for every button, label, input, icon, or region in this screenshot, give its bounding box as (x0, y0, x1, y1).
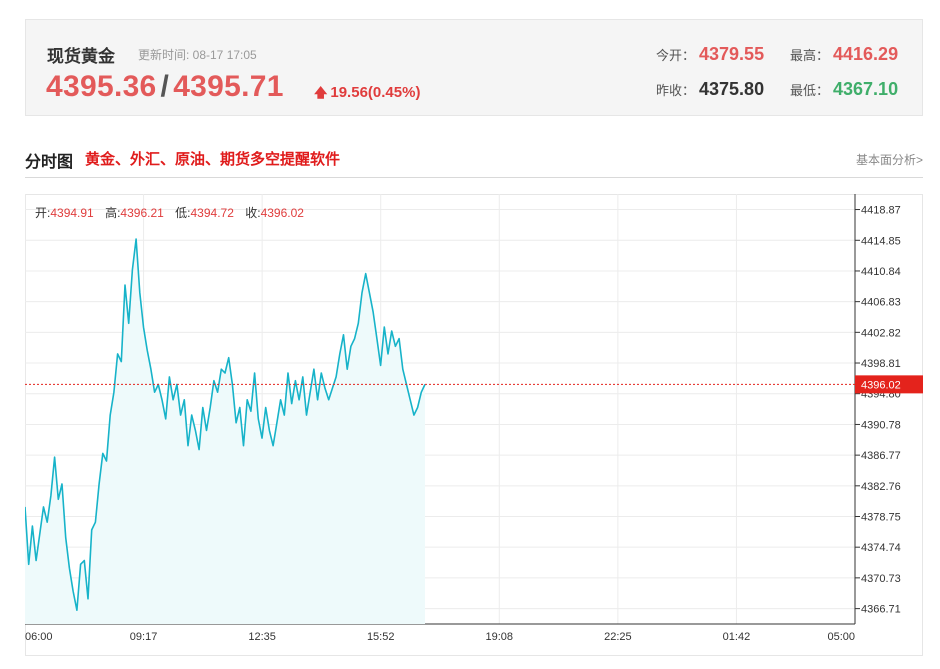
update-time: 更新时间: 08-17 17:05 (138, 48, 257, 62)
instrument-title: 现货黄金 (47, 47, 115, 66)
y-tick-label: 4386.77 (861, 450, 901, 462)
change-value: 19.56(0.45%) (330, 84, 421, 101)
ohlc-open-value: 4394.91 (50, 206, 94, 220)
x-tick-label: 12:35 (248, 631, 276, 643)
section-title: 分时图 (25, 154, 74, 171)
x-tick-label: 05:00 (827, 631, 855, 643)
ohlc-close-value: 4396.02 (260, 206, 304, 220)
chart-section-header: 分时图 黄金、外汇、原油、期货多空提醒软件 基本面分析> (25, 138, 923, 178)
ohlc-readout: 开:4394.91 高:4396.21 低:4394.72 收:4396.02 (35, 204, 304, 221)
ask-price: 4395.71 (173, 70, 284, 103)
bid-price: 4395.36 (46, 70, 157, 103)
y-tick-label: 4398.81 (861, 358, 901, 370)
prev-close-stat: 昨收： 4375.80 (656, 79, 764, 100)
quote-card: 现货黄金 更新时间: 08-17 17:05 4395.36/4395.71 🡅… (25, 19, 923, 116)
y-tick-label: 4390.78 (861, 419, 901, 431)
ohlc-open-label: 开: (35, 206, 51, 220)
x-tick-label: 19:08 (486, 631, 514, 643)
y-tick-label: 4418.87 (861, 205, 901, 217)
current-price-label: 4396.02 (861, 379, 901, 391)
ohlc-high-label: 高: (105, 206, 121, 220)
low-label: 最低： (790, 83, 830, 98)
price-change: 🡅 19.56(0.45%) (314, 84, 420, 106)
x-tick-label: 15:52 (367, 631, 395, 643)
y-tick-label: 4366.71 (861, 604, 901, 616)
low-value: 4367.10 (833, 79, 899, 99)
x-tick-label: 22:25 (604, 631, 632, 643)
ohlc-low-value: 4394.72 (190, 206, 234, 220)
prev-close-value: 4375.80 (699, 79, 765, 99)
fundamental-analysis-link[interactable]: 基本面分析> (856, 151, 923, 168)
promo-link[interactable]: 黄金、外汇、原油、期货多空提醒软件 (85, 148, 340, 169)
price-separator: / (160, 70, 170, 103)
y-tick-label: 4410.84 (861, 266, 901, 278)
low-stat: 最低： 4367.10 (790, 79, 898, 100)
prev-close-label: 昨收： (656, 83, 696, 98)
ohlc-close-label: 收: (245, 206, 261, 220)
chart-svg[interactable]: 4418.87 4414.85 4410.84 4406.83 4402.82 4398.… (25, 194, 923, 656)
y-tick-label: 4402.82 (861, 327, 901, 339)
open-label: 今开： (656, 48, 696, 63)
x-tick-label: 01:42 (723, 631, 751, 643)
x-tick-label: 06:00 (25, 631, 53, 643)
up-arrow-icon: 🡅 (314, 85, 328, 100)
intraday-chart[interactable]: 4418.87 4414.85 4410.84 4406.83 4402.82 4398.… (25, 194, 923, 656)
high-label: 最高： (790, 48, 830, 63)
y-tick-label: 4374.74 (861, 542, 901, 554)
y-tick-label: 4406.83 (861, 297, 901, 309)
y-tick-label: 4382.76 (861, 481, 901, 493)
price-display: 4395.36/4395.71 (46, 70, 284, 104)
ohlc-low-label: 低: (175, 206, 191, 220)
open-value: 4379.55 (699, 44, 765, 64)
open-stat: 今开： 4379.55 (656, 44, 764, 65)
ohlc-high-value: 4396.21 (120, 206, 164, 220)
x-tick-label: 09:17 (130, 631, 158, 643)
y-tick-label: 4370.73 (861, 573, 901, 585)
high-value: 4416.29 (833, 44, 899, 64)
high-stat: 最高： 4416.29 (790, 44, 898, 65)
y-tick-label: 4378.75 (861, 512, 901, 524)
y-tick-label: 4414.85 (861, 235, 901, 247)
